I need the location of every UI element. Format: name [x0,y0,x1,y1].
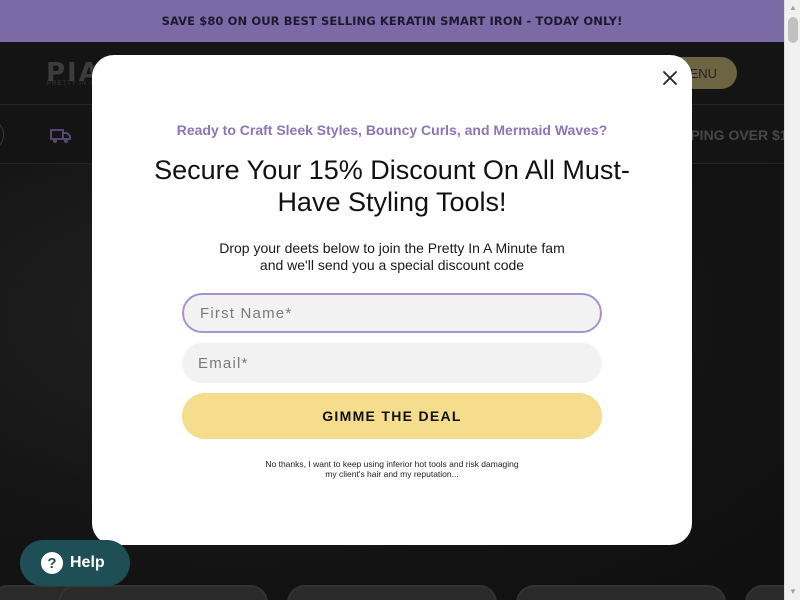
decline-link-line: my client's hair and my reputation... [325,469,459,479]
help-button[interactable]: ? Help [20,540,130,586]
popup-subtext-line: and we'll send you a special discount co… [259,257,525,273]
site-logo-tagline: PRETTY IN A [47,81,95,87]
decline-link[interactable]: No thanks, I want to keep using inferior… [247,459,537,479]
first-name-input[interactable] [182,293,602,333]
announcement-text: SAVE $80 ON OUR BEST SELLING KERATIN SMA… [161,14,623,28]
popup-headline: Secure Your 15% Discount On All Must-Hav… [154,155,630,217]
shipping-message: PPING OVER $1 [681,127,784,143]
page-scrollbar[interactable]: ▲ ▼ [784,0,800,600]
email-input[interactable] [182,343,602,383]
product-card[interactable] [287,585,497,600]
popup-subtext-line: Drop your deets below to join the Pretty… [219,240,565,256]
scroll-thumb[interactable] [788,17,798,43]
menu-button-label: ENU [689,65,717,81]
gimme-the-deal-button[interactable]: GIMME THE DEAL [182,393,602,439]
popup-eyebrow: Ready to Craft Sleek Styles, Bouncy Curl… [176,122,608,138]
announcement-bar: SAVE $80 ON OUR BEST SELLING KERATIN SMA… [0,0,784,42]
product-card[interactable] [58,585,268,600]
discount-popup: Ready to Craft Sleek Styles, Bouncy Curl… [92,55,692,545]
decline-link-line: No thanks, I want to keep using inferior… [265,459,519,469]
close-icon[interactable] [659,67,681,89]
scroll-down-arrow-icon[interactable]: ▼ [785,584,800,600]
carousel-prev-icon[interactable] [0,119,4,151]
truck-icon [50,127,72,150]
popup-subtext: Drop your deets below to join the Pretty… [162,240,622,274]
scroll-up-arrow-icon[interactable]: ▲ [785,0,800,16]
question-icon: ? [41,552,63,574]
product-card[interactable] [516,585,726,600]
help-label: Help [70,554,105,571]
